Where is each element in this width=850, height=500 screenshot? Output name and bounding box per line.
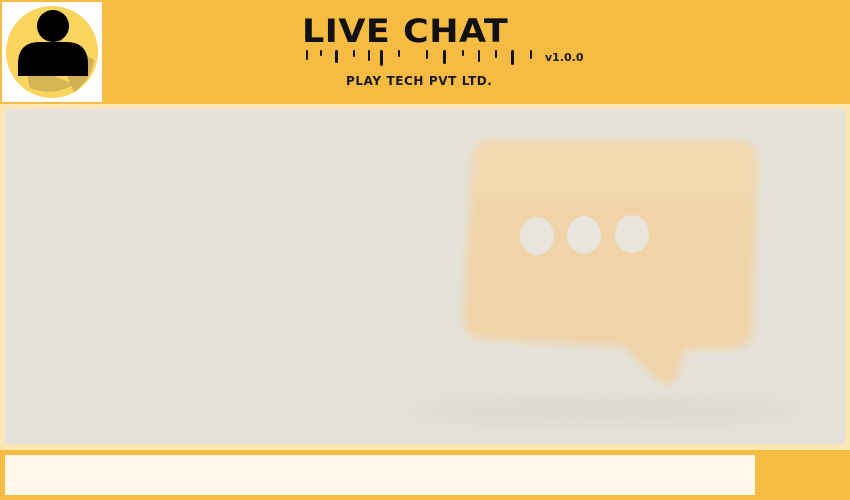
app-header: LIVE CHAT v1.0.0 PLAY TECH PVT LTD.	[0, 0, 850, 104]
send-button[interactable]	[760, 455, 845, 495]
app-title: LIVE CHAT	[302, 13, 509, 51]
speech-bubble-typing-icon	[5, 109, 845, 444]
title-drips-decoration	[306, 50, 532, 66]
composer-bar	[0, 450, 850, 500]
user-avatar-icon	[6, 6, 98, 98]
message-list[interactable]	[5, 109, 845, 444]
chat-area	[0, 104, 850, 450]
company-name: PLAY TECH PVT LTD.	[346, 74, 493, 88]
avatar	[2, 2, 102, 102]
message-input[interactable]	[5, 455, 755, 495]
version-label: v1.0.0	[545, 51, 584, 64]
